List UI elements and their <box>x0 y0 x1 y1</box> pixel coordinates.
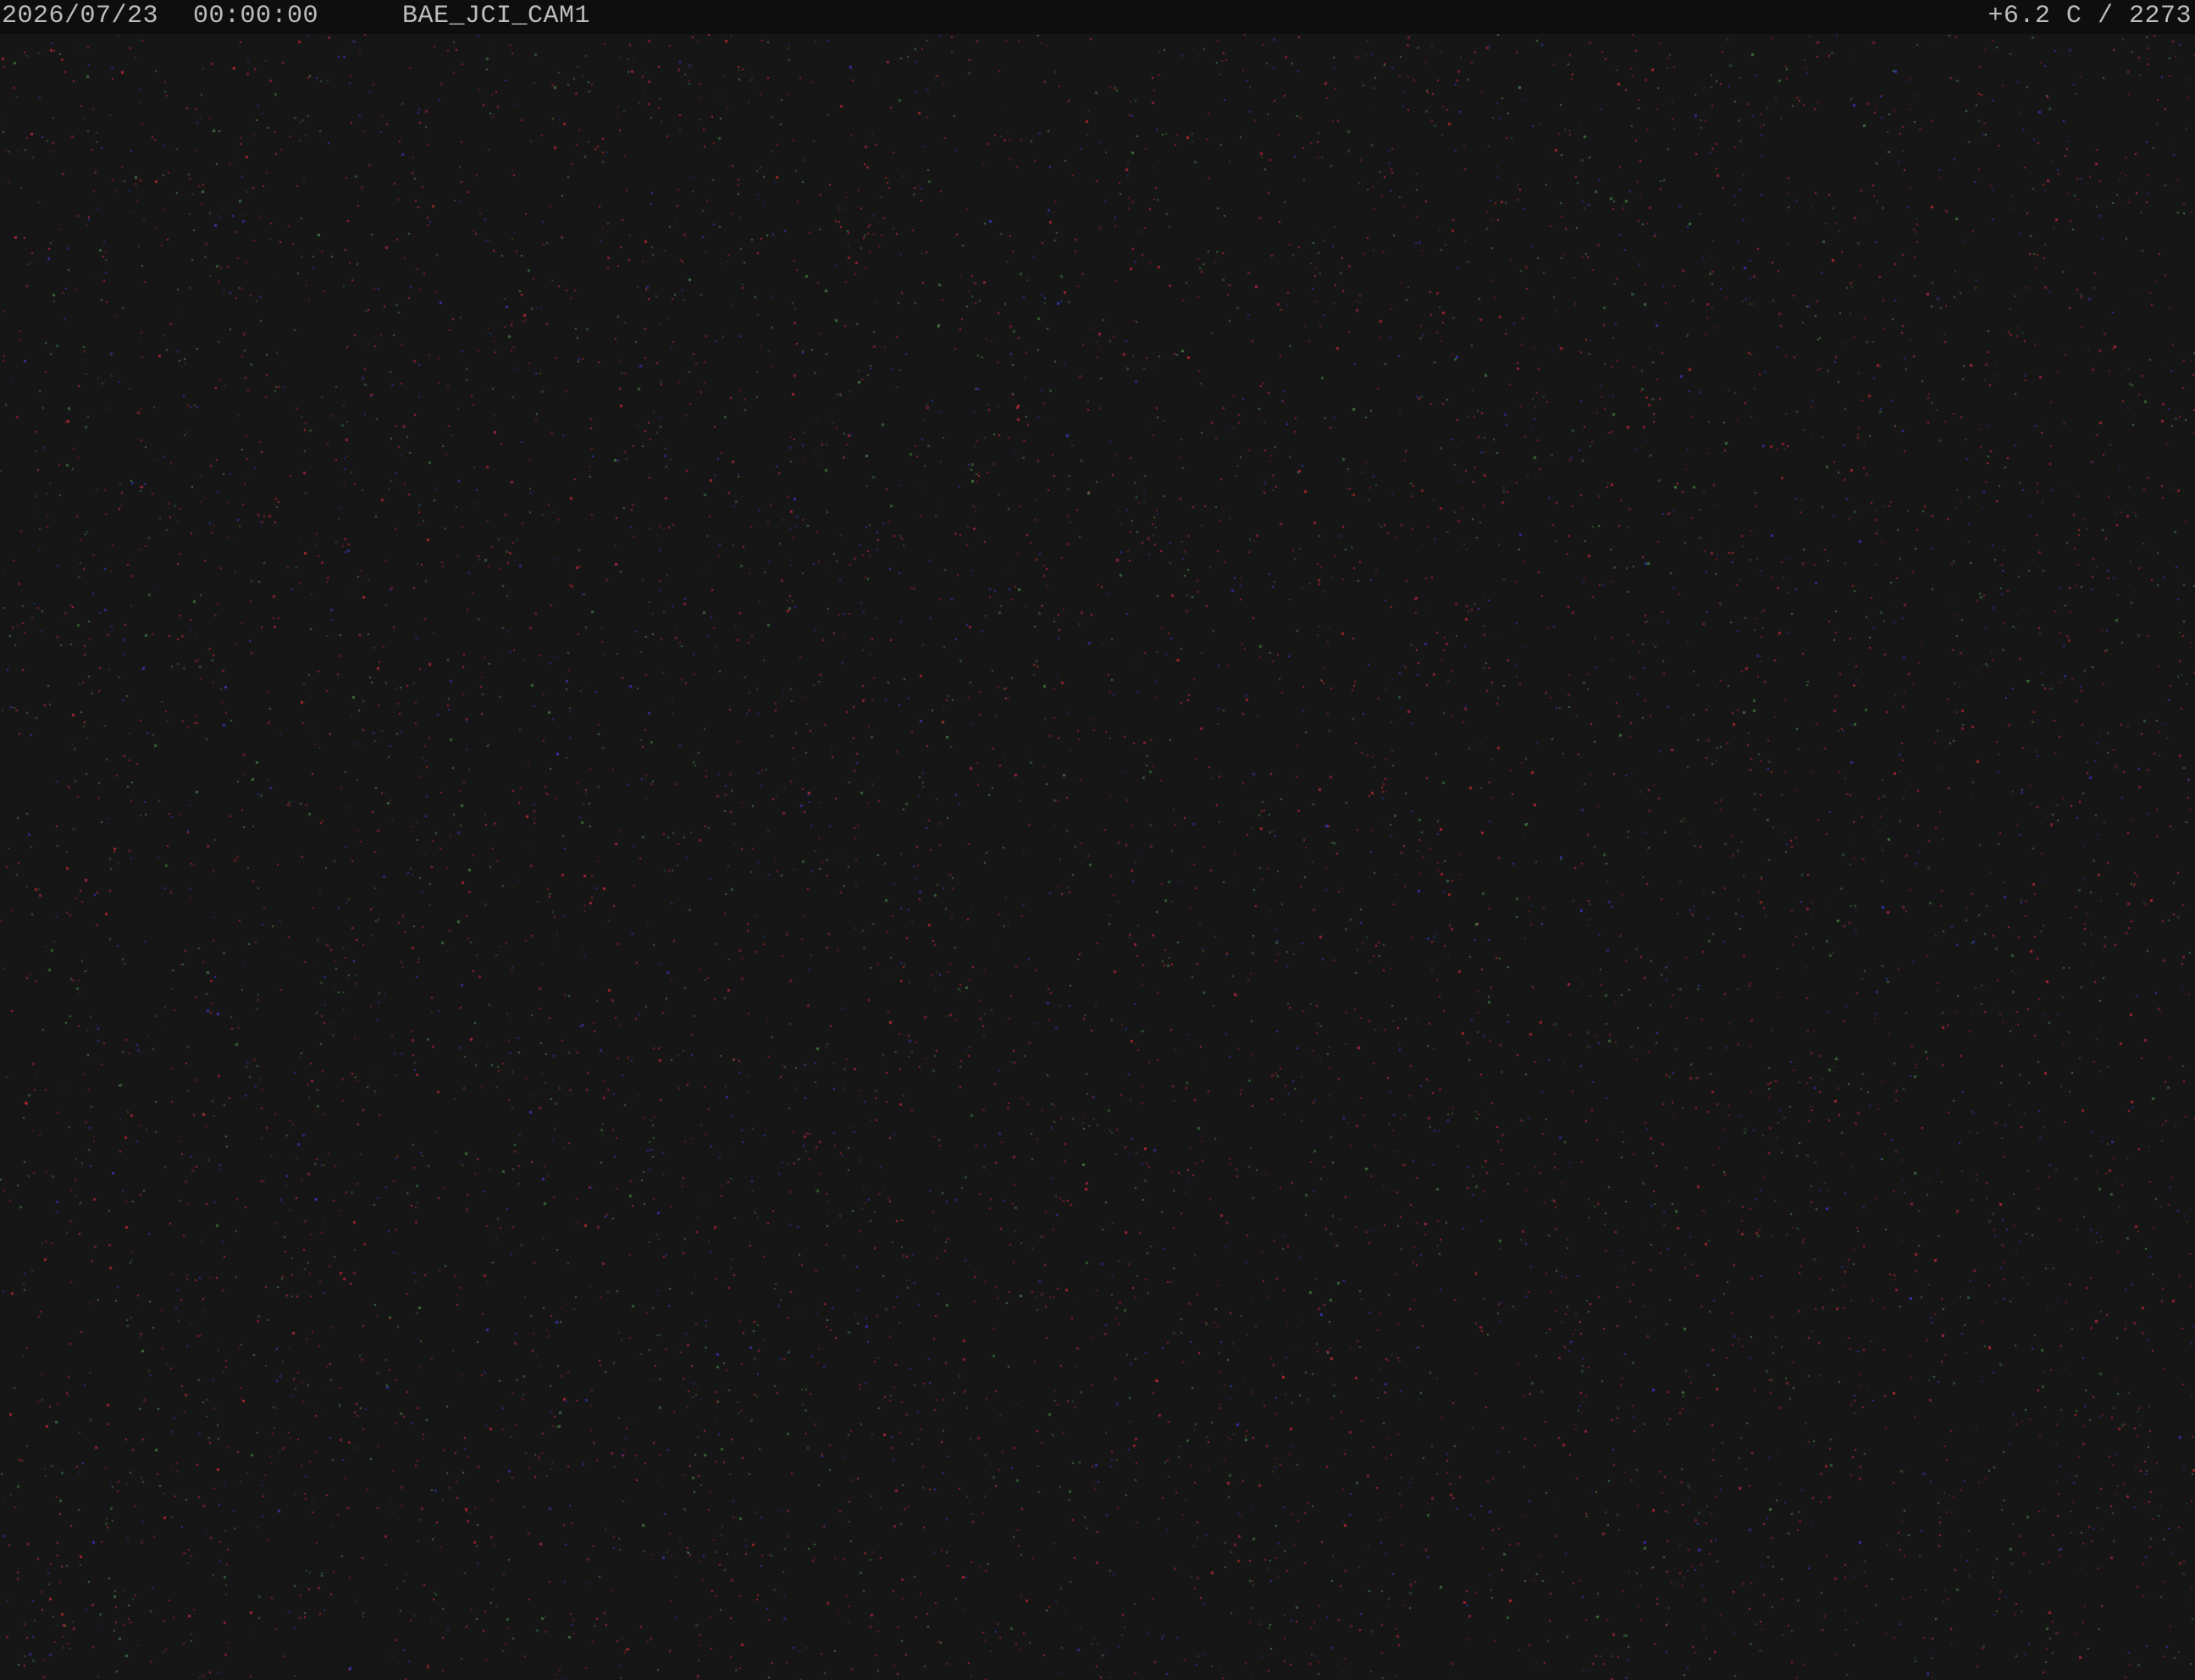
osd-frame-value: 2273 <box>2128 2 2192 30</box>
osd-temperature-readout: +6.2 C / 2273 <box>1988 0 2192 34</box>
osd-separator: / <box>2097 2 2114 30</box>
night-sky-image <box>0 0 2195 1680</box>
osd-temperature: +6.2 C <box>1988 2 2082 30</box>
osd-camera-name: BAE_JCI_CAM1 <box>402 2 591 30</box>
osd-overlay-bar: 2026/07/23 00:00:00 BAE_JCI_CAM1 +6.2 C … <box>0 0 2195 34</box>
osd-date: 2026/07/23 <box>2 2 159 30</box>
camera-frame: 2026/07/23 00:00:00 BAE_JCI_CAM1 +6.2 C … <box>0 0 2195 1680</box>
osd-time: 00:00:00 <box>193 2 319 30</box>
